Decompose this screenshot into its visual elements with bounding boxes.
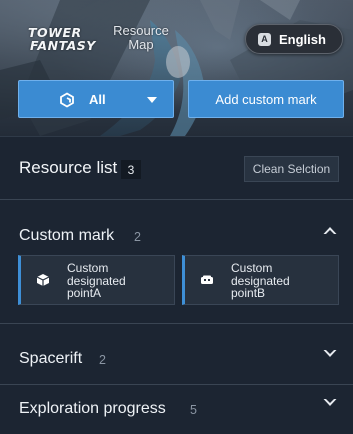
filter-dropdown[interactable]: All (18, 80, 174, 118)
section-divider (0, 384, 353, 385)
header-banner: TOWER FANTASY Resource Map A English All… (0, 0, 353, 136)
panel-divider (0, 136, 353, 137)
language-button[interactable]: A English (245, 24, 343, 54)
chevron-down-icon[interactable] (322, 348, 338, 360)
custom-mark-item-b-label-line-3: pointB (231, 286, 266, 300)
chest-icon (201, 275, 213, 284)
language-icon: A (258, 32, 271, 46)
logo-line-2: FANTASY (30, 38, 96, 53)
section-title-exploration-progress[interactable]: Exploration progress (19, 400, 166, 418)
language-label: English (279, 31, 326, 47)
custom-mark-item-a-label: Custom designated pointA (67, 262, 167, 300)
section-count-exploration-progress: 5 (190, 403, 197, 417)
section-title-custom-mark[interactable]: Custom mark (19, 227, 114, 245)
custom-mark-item-b-label-line-1: Custom (231, 261, 273, 275)
custom-mark-item-a-label-line-1: Custom (67, 261, 109, 275)
resource-map-title-line-2: Map (128, 37, 154, 52)
custom-mark-item-a[interactable]: Custom designated pointA (18, 255, 175, 305)
custom-mark-item-a-label-line-3: pointA (67, 286, 102, 300)
tower-fantasy-logo: TOWER FANTASY (28, 26, 100, 56)
custom-mark-item-b[interactable]: Custom designated pointB (182, 255, 339, 305)
chevron-down-icon[interactable] (322, 397, 338, 409)
filter-map-icon (60, 92, 74, 108)
section-count-spacerift: 2 (99, 353, 106, 367)
resource-map-title: Resource Map (110, 24, 172, 52)
section-divider (0, 323, 353, 324)
section-divider (0, 199, 353, 200)
resource-list-count-badge: 3 (121, 160, 141, 179)
section-title-spacerift[interactable]: Spacerift (19, 350, 82, 368)
cube-icon (36, 274, 50, 286)
resource-list-title: Resource list (19, 158, 118, 177)
resource-map-title-line-1: Resource (113, 23, 169, 38)
chevron-down-icon (147, 97, 157, 103)
clean-selection-button[interactable]: Clean Selction (244, 156, 339, 182)
filter-label: All (89, 92, 106, 107)
custom-mark-item-b-label: Custom designated pointB (231, 262, 331, 300)
section-count-custom-mark: 2 (134, 230, 141, 244)
add-custom-mark-button[interactable]: Add custom mark (188, 80, 344, 118)
chevron-up-icon[interactable] (322, 224, 338, 236)
